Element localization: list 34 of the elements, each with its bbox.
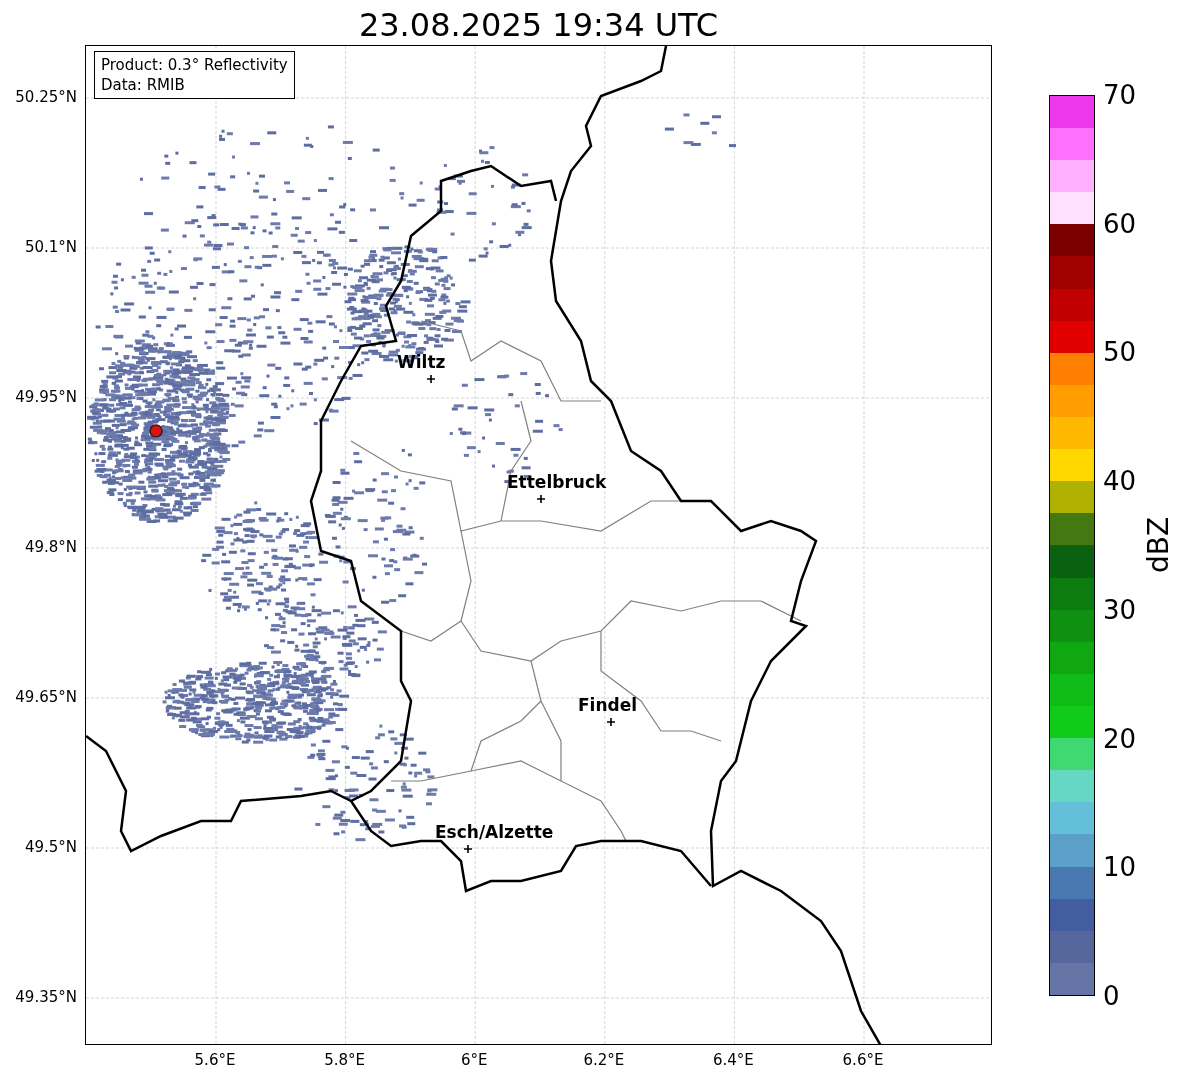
city-label: Wiltz: [397, 352, 446, 372]
longitude-label: 5.6°E: [193, 1051, 237, 1069]
plus-icon: [607, 718, 615, 726]
longitude-label: 5.8°E: [323, 1051, 366, 1069]
city-label: Findel: [578, 695, 638, 715]
plus-icon: [464, 845, 472, 853]
colorbar-tick-label: 0: [1103, 981, 1120, 1011]
latitude-label: 50.1°N: [24, 238, 77, 256]
longitude-label: 6.2°E: [582, 1051, 626, 1069]
city-label: Ettelbruck: [507, 472, 607, 492]
radar-site-marker: [149, 424, 163, 438]
colorbar-tick-label: 20: [1103, 723, 1137, 754]
colorbar-tick-label: 30: [1103, 594, 1137, 625]
colorbar-tick-label: 70: [1103, 80, 1137, 110]
latitude-label: 49.8°N: [24, 538, 77, 556]
city-label: Esch/Alzette: [435, 822, 554, 842]
plus-icon: [427, 375, 435, 383]
chart-title: 23.08.2025 19:34 UTC: [358, 5, 719, 45]
longitude-label: 6.4°E: [711, 1051, 755, 1069]
longitude-label: 6°E: [459, 1051, 489, 1069]
axis-label: dBZ: [1143, 516, 1176, 574]
plus-icon: [537, 495, 545, 503]
colorbar-tick-label: 40: [1103, 466, 1137, 497]
colorbar-tick-label: 60: [1103, 208, 1137, 239]
longitude-label: 6.6°E: [841, 1051, 885, 1069]
latitude-label: 49.5°N: [24, 838, 77, 856]
latitude-label: 49.65°N: [15, 688, 77, 706]
latitude-label: 50.25°N: [15, 88, 77, 106]
colorbar-tick-label: 10: [1103, 852, 1137, 883]
colorbar-tick-label: 50: [1103, 337, 1137, 368]
latitude-label: 49.35°N: [15, 988, 77, 1006]
legend-text: Data: RMIB: [101, 75, 186, 95]
legend-text: Product: 0.3° Reflectivity: [101, 55, 288, 75]
latitude-label: 49.95°N: [15, 388, 77, 406]
